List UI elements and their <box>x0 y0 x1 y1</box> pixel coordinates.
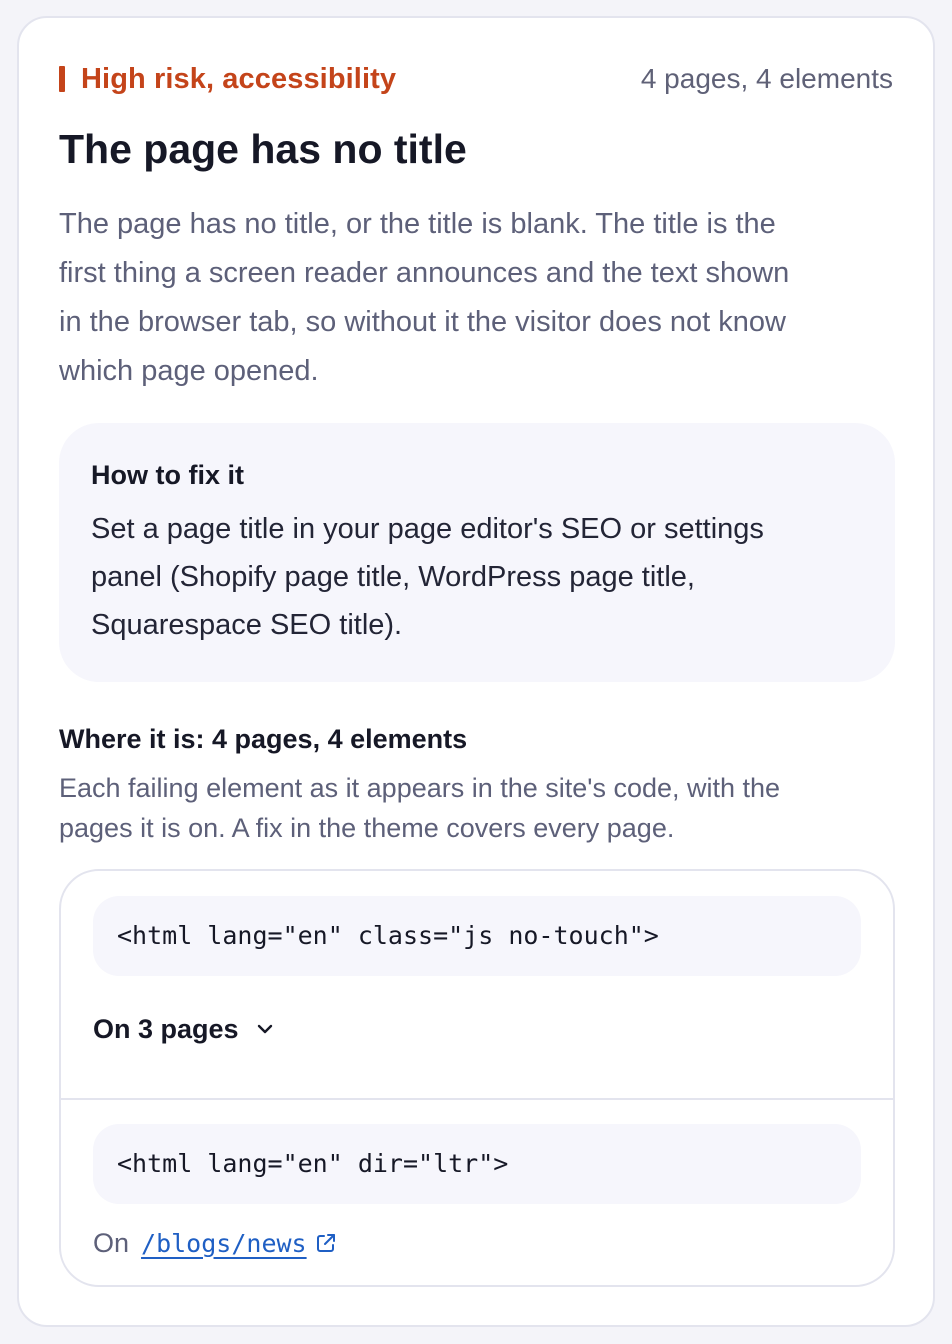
element-code-snippet: <html lang="en" class="js no-touch"> <box>93 896 861 976</box>
issue-description: The page has no title, or the title is b… <box>59 208 790 387</box>
chevron-down-icon <box>257 1024 272 1034</box>
on-prefix: On <box>93 1227 130 1258</box>
risk-label: High risk, accessibility <box>81 63 397 95</box>
issue-title: The page has no title <box>59 126 467 172</box>
page-link[interactable]: /blogs/news <box>141 1229 307 1258</box>
element-page-row: On /blogs/news <box>93 1225 337 1261</box>
failing-elements-list: <html lang="en" class="js no-touch"> On … <box>59 869 895 1287</box>
element-divider <box>61 1098 893 1100</box>
risk-indicator-bar <box>59 66 65 92</box>
pages-expand-toggle[interactable]: On 3 pages <box>93 1011 275 1047</box>
issue-card: High risk, accessibility 4 pages, 4 elem… <box>17 16 935 1327</box>
where-description: Each failing element as it appears in th… <box>59 773 781 843</box>
element-code-snippet: <html lang="en" dir="ltr"> <box>93 1124 861 1204</box>
affected-count: 4 pages, 4 elements <box>640 63 893 94</box>
risk-header: High risk, accessibility 4 pages, 4 elem… <box>59 62 893 98</box>
how-to-fix-heading: How to fix it <box>91 460 244 490</box>
how-to-fix-panel: How to fix it Set a page title in your p… <box>59 423 895 682</box>
how-to-fix-text: Set a page title in your page editor's S… <box>91 513 764 641</box>
pages-toggle-label: On 3 pages <box>93 1013 239 1044</box>
where-heading: Where it is: 4 pages, 4 elements <box>59 724 468 754</box>
external-link-icon[interactable] <box>315 1232 337 1254</box>
